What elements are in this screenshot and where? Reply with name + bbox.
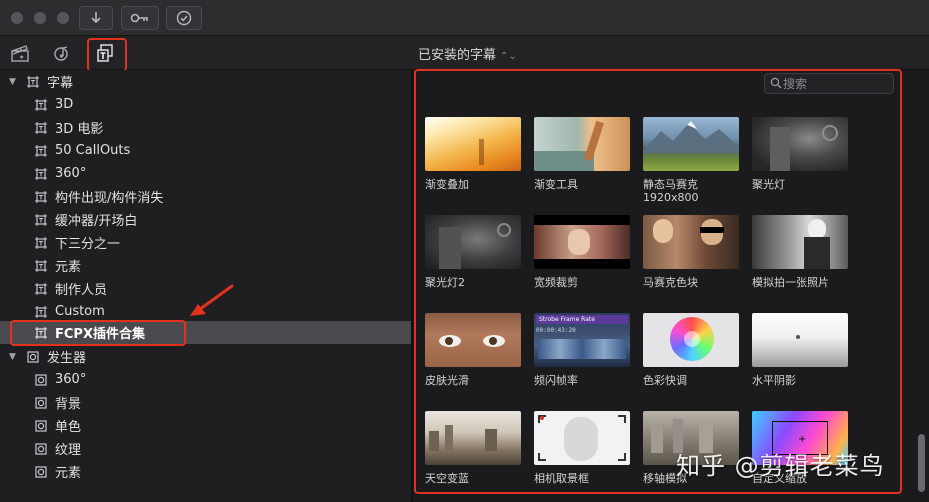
zoom-window-button[interactable] bbox=[57, 12, 69, 24]
sidebar-group-label: 字幕 bbox=[47, 76, 74, 91]
import-button[interactable] bbox=[79, 6, 113, 30]
sidebar-item-label: 50 CallOuts bbox=[55, 143, 131, 158]
sidebar-item-label: 元素 bbox=[55, 260, 82, 275]
titles-category-icon bbox=[35, 282, 47, 295]
red-arrow-annotation bbox=[190, 284, 234, 316]
music-icon bbox=[54, 46, 68, 61]
title-bar bbox=[0, 0, 929, 36]
disclosure-triangle-icon[interactable]: ▼ bbox=[9, 77, 16, 87]
sidebar: ▼ 字幕 3D 3D 电影 50 CallOuts 360° 构件出现/构件消失… bbox=[0, 70, 411, 502]
generator-category-icon bbox=[35, 373, 47, 386]
sidebar-item-bumper-opener[interactable]: 缓冲器/开场白 bbox=[0, 208, 411, 231]
titles-tab-highlight bbox=[87, 38, 127, 72]
sidebar-item-label: 3D bbox=[55, 97, 74, 112]
sidebar-item-textures[interactable]: 纹理 bbox=[0, 437, 411, 460]
selected-item-highlight bbox=[10, 320, 186, 346]
chevron-updown-icon: ⌃⌄ bbox=[500, 51, 517, 62]
svg-text:★: ★ bbox=[19, 54, 24, 61]
titles-category-icon bbox=[35, 121, 47, 134]
generator-category-icon bbox=[35, 396, 47, 409]
sidebar-item-label: 360° bbox=[55, 166, 87, 181]
sidebar-item-build-in-out[interactable]: 构件出现/构件消失 bbox=[0, 185, 411, 208]
sidebar-item-gen-360[interactable]: 360° bbox=[0, 368, 411, 391]
sidebar-item-elements[interactable]: 元素 bbox=[0, 254, 411, 277]
sidebar-item-label: Custom bbox=[55, 304, 105, 319]
sidebar-group-titles[interactable]: ▼ 字幕 bbox=[0, 70, 411, 93]
sidebar-item-360[interactable]: 360° bbox=[0, 162, 411, 185]
sidebar-item-backgrounds[interactable]: 背景 bbox=[0, 391, 411, 414]
sidebar-item-label: 制作人员 bbox=[55, 283, 108, 298]
generator-category-icon bbox=[35, 442, 47, 455]
titles-category-icon bbox=[35, 190, 47, 203]
clapper-icon: ★ bbox=[11, 45, 29, 62]
browser-title[interactable]: 已安装的字幕 ⌃⌄ bbox=[418, 44, 517, 63]
sidebar-group-label: 发生器 bbox=[47, 351, 87, 366]
sidebar-item-label: 下三分之一 bbox=[55, 237, 121, 252]
sidebar-item-50-callouts[interactable]: 50 CallOuts bbox=[0, 139, 411, 162]
watermark: 知乎 @剪辑老菜鸟 bbox=[676, 452, 885, 480]
titles-category-icon bbox=[35, 213, 47, 226]
sidebar-item-label: 360° bbox=[55, 372, 87, 387]
titles-category-icon bbox=[35, 259, 47, 272]
background-tasks-button[interactable] bbox=[166, 6, 202, 30]
keywords-button[interactable] bbox=[121, 6, 159, 30]
sidebar-item-label: 单色 bbox=[55, 420, 82, 435]
close-window-button[interactable] bbox=[11, 12, 23, 24]
sidebar-item-solids[interactable]: 单色 bbox=[0, 414, 411, 437]
titles-category-icon bbox=[35, 144, 47, 157]
generator-category-icon bbox=[27, 350, 39, 363]
sidebar-item-label: 纹理 bbox=[55, 443, 82, 458]
generator-category-icon bbox=[35, 465, 47, 478]
sidebar-item-label: 构件出现/构件消失 bbox=[55, 191, 164, 206]
generator-category-icon bbox=[35, 419, 47, 432]
sidebar-item-lower-thirds[interactable]: 下三分之一 bbox=[0, 231, 411, 254]
browser-title-text: 已安装的字幕 bbox=[418, 48, 497, 63]
sidebar-item-gen-elements[interactable]: 元素 bbox=[0, 460, 411, 483]
key-icon bbox=[130, 13, 148, 23]
sidebar-item-label: 缓冲器/开场白 bbox=[55, 214, 138, 229]
titles-category-icon bbox=[35, 305, 47, 318]
disclosure-triangle-icon[interactable]: ▼ bbox=[9, 352, 16, 362]
titles-category-icon bbox=[27, 75, 39, 88]
minimize-window-button[interactable] bbox=[34, 12, 46, 24]
sidebar-item-3d-movie[interactable]: 3D 电影 bbox=[0, 116, 411, 139]
download-arrow-icon bbox=[91, 12, 101, 24]
checkmark-circle-icon bbox=[176, 10, 192, 26]
tab-media[interactable]: ★ bbox=[8, 42, 32, 64]
sidebar-item-label: 背景 bbox=[55, 397, 82, 412]
vertical-scrollbar[interactable] bbox=[918, 434, 925, 492]
sidebar-item-3d[interactable]: 3D bbox=[0, 93, 411, 116]
content-highlight bbox=[414, 69, 902, 494]
titles-category-icon bbox=[35, 98, 47, 111]
sidebar-item-label: 元素 bbox=[55, 466, 82, 481]
tab-audio[interactable] bbox=[50, 42, 74, 64]
sidebar-item-label: 3D 电影 bbox=[55, 122, 104, 137]
titles-category-icon bbox=[35, 167, 47, 180]
titles-category-icon bbox=[35, 236, 47, 249]
sidebar-group-generators[interactable]: ▼ 发生器 bbox=[0, 345, 411, 368]
